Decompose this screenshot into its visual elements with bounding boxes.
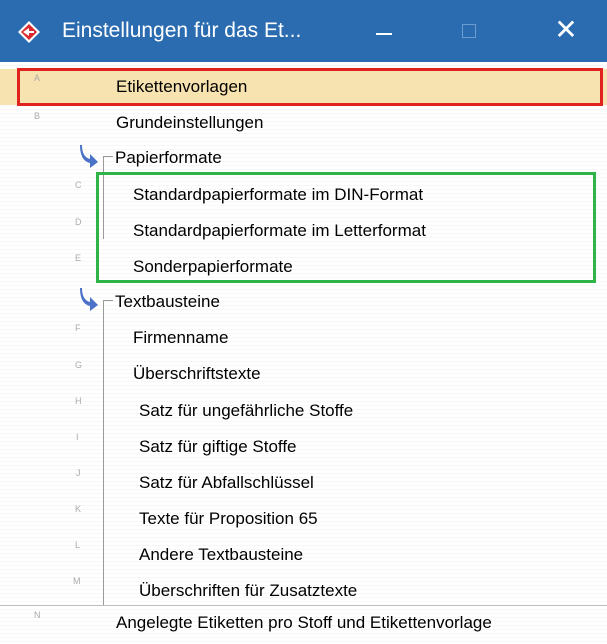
item-label: Überschriften für Zusatztexte (139, 581, 358, 600)
item-label: Papierformate (115, 148, 222, 167)
item-label: Texte für Proposition 65 (139, 509, 318, 528)
list-item-giftige-stoffe[interactable]: I Satz für giftige Stoffe (0, 429, 607, 465)
minimize-button[interactable] (369, 19, 399, 43)
list-item-grundeinstellungen[interactable]: B Grundeinstellungen (0, 107, 607, 143)
item-label: Andere Textbausteine (139, 545, 304, 564)
item-letter: N (34, 610, 41, 620)
settings-list: A Etikettenvorlagen B Grundeinstellungen… (0, 62, 607, 644)
item-letter: I (76, 432, 79, 442)
item-label: Satz für ungefährliche Stoffe (139, 401, 354, 420)
item-label: Überschriftstexte (133, 364, 261, 383)
item-letter: E (75, 253, 82, 263)
close-button[interactable]: ✕ (551, 15, 581, 45)
list-item-andere-textbausteine[interactable]: L Andere Textbausteine (0, 537, 607, 573)
item-letter: L (75, 540, 81, 550)
item-letter: K (75, 504, 82, 514)
highlight-green-frame (96, 172, 596, 283)
list-item-ungefaehrliche-stoffe[interactable]: H Satz für ungefährliche Stoffe (0, 393, 607, 429)
title-bar[interactable]: Einstellungen für das Et... ✕ (0, 0, 607, 62)
list-item-angelegte-etiketten[interactable]: N Angelegte Etiketten pro Stoff und Etik… (0, 607, 607, 643)
item-label: Textbausteine (115, 292, 220, 311)
item-letter: H (75, 396, 82, 406)
list-item-ueberschriftstexte[interactable]: G Überschriftstexte (0, 357, 607, 393)
item-letter: B (34, 111, 41, 121)
item-letter: J (76, 468, 81, 478)
maximize-button[interactable] (458, 20, 480, 42)
item-letter: F (75, 323, 81, 333)
list-item-proposition-65[interactable]: K Texte für Proposition 65 (0, 501, 607, 537)
divider (0, 605, 607, 606)
item-label: Satz für giftige Stoffe (139, 437, 297, 456)
item-label: Satz für Abfallschlüssel (139, 473, 314, 492)
item-letter: M (73, 576, 81, 586)
list-item-abfallschluessel[interactable]: J Satz für Abfallschlüssel (0, 465, 607, 501)
list-item-textbausteine[interactable]: Textbausteine (0, 285, 607, 321)
app-icon (18, 21, 40, 43)
list-item-firmenname[interactable]: F Firmenname (0, 321, 607, 357)
item-letter: D (75, 217, 82, 227)
item-letter: G (75, 360, 83, 370)
item-letter: C (75, 180, 82, 190)
item-label: Grundeinstellungen (116, 113, 264, 132)
highlight-red-frame (17, 68, 603, 106)
list-item-zusatztexte[interactable]: M Überschriften für Zusatztexte (0, 573, 607, 609)
item-label: Firmenname (133, 328, 229, 347)
window-title: Einstellungen für das Et... (62, 19, 302, 42)
item-label: Angelegte Etiketten pro Stoff und Etiket… (116, 613, 492, 632)
